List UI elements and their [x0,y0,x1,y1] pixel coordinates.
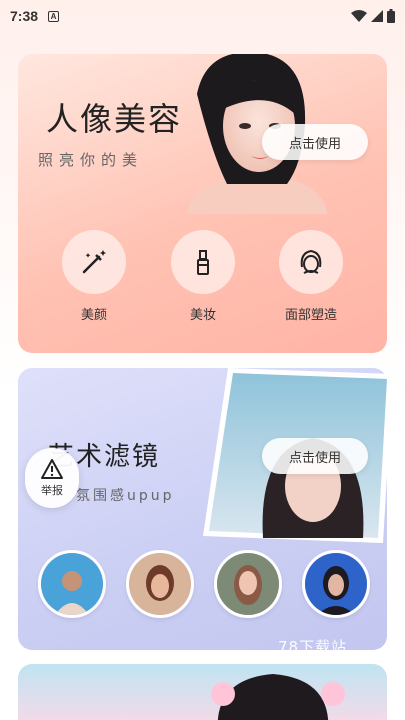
next-feature-card[interactable] [18,664,387,720]
card1-title: 人像美容 [46,100,183,138]
wifi-icon [351,10,367,22]
feature-circle [171,230,235,294]
filter-preset-avatar[interactable] [302,550,370,618]
warning-icon [41,459,63,479]
card1-subtitle: 照亮你的美 [38,151,144,169]
status-icons [351,9,395,23]
watermark: 78下载站 [278,638,348,656]
signal-icon [371,10,383,22]
filter-preset-avatar[interactable] [38,550,106,618]
feature-face-shaping[interactable]: 面部塑造 [266,230,356,323]
filter-preset-avatar[interactable] [214,550,282,618]
filter-preset-avatar[interactable] [126,550,194,618]
feature-label: 面部塑造 [284,308,337,323]
avatar-image [217,553,279,615]
lipstick-icon [197,250,209,275]
feature-circle [279,230,343,294]
battery-icon [387,9,395,23]
feature-beautify[interactable]: 美颜 [49,230,139,323]
card2-subtitle: 氛围感upup [76,488,175,504]
face-contour-icon [300,249,322,274]
feature-makeup[interactable]: 美妆 [158,230,248,323]
a-notification-icon: A [48,10,60,22]
magic-wand-icon [82,250,106,274]
avatar-image [41,553,103,615]
status-time: 7:38 [10,8,39,24]
status-bar: 7:38 A [0,0,405,32]
card2-use-button[interactable]: 点击使用 [262,438,368,474]
feature-circle [62,230,126,294]
portrait-beauty-card[interactable]: 人像美容 照亮你的美 点击使用 美颜 美妆 面部塑造 [18,54,387,353]
avatar-image [129,553,191,615]
card1-use-button[interactable]: 点击使用 [262,124,368,160]
feature-label: 美妆 [189,308,216,323]
report-button[interactable]: 举报 [25,448,79,508]
avatar-image [305,553,367,615]
feature-label: 美颜 [80,308,107,323]
art-filter-card[interactable]: 艺术滤镜 氛围感upup 点击使用 [18,368,387,650]
card3-photo [211,674,345,720]
report-label: 举报 [41,484,63,497]
